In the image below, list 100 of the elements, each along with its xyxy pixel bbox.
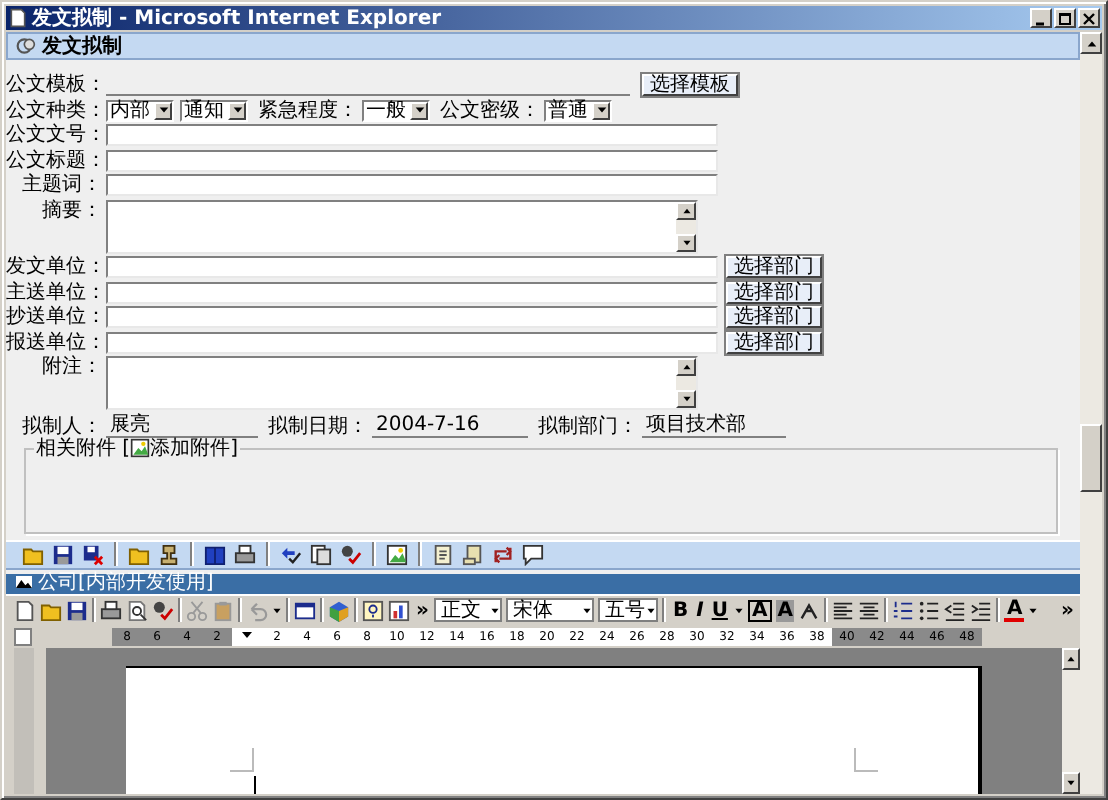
open-folder-icon[interactable]: [40, 599, 62, 621]
more-button[interactable]: »: [414, 599, 431, 621]
font-color-button[interactable]: A: [1004, 599, 1025, 621]
field-label: 拟制日期：: [268, 415, 370, 437]
input-field[interactable]: [106, 174, 718, 196]
attach-icon[interactable]: [130, 438, 151, 458]
bold-button[interactable]: B: [670, 599, 691, 621]
caret-icon[interactable]: [272, 605, 282, 615]
input-field[interactable]: [106, 281, 718, 303]
dropdown[interactable]: 一般: [362, 99, 430, 121]
input-field[interactable]: [106, 124, 718, 146]
input-field[interactable]: [106, 256, 718, 278]
page-title: 发文拟制: [42, 35, 122, 57]
banner-text: 公司[内部开发使用]: [38, 573, 214, 593]
check-icon[interactable]: [340, 543, 362, 565]
book-icon[interactable]: [204, 543, 226, 565]
open-folder-icon[interactable]: [22, 543, 44, 565]
browser-icon: [8, 8, 28, 28]
spellcheck-icon[interactable]: [152, 599, 174, 621]
caret-icon[interactable]: [646, 605, 657, 615]
style-dropdown[interactable]: 正文: [434, 598, 503, 622]
select-template-button[interactable]: 选择模板: [642, 74, 738, 96]
select-department-button[interactable]: 选择部门: [726, 331, 822, 353]
image-icon[interactable]: [386, 543, 408, 565]
indent-icon[interactable]: [970, 599, 993, 621]
align-center-icon[interactable]: [858, 599, 881, 621]
field-label: 摘要：: [40, 199, 104, 221]
save-icon[interactable]: [52, 543, 74, 565]
font-dropdown[interactable]: 宋体: [506, 598, 595, 622]
scrollbar[interactable]: [1080, 32, 1102, 794]
field-label: 公文种类：: [6, 99, 106, 121]
caret-icon[interactable]: [413, 104, 425, 116]
pages-icon[interactable]: [310, 543, 332, 565]
field-label: 紧急程度：: [258, 99, 358, 121]
preview-icon[interactable]: [126, 599, 148, 621]
select-department-button[interactable]: 选择部门: [726, 281, 822, 303]
field-label: 公文文号：: [6, 124, 106, 146]
input-field[interactable]: [106, 306, 718, 328]
scrollbar[interactable]: [1062, 647, 1080, 794]
clipboard-icon[interactable]: [212, 599, 234, 621]
caret-icon[interactable]: [490, 605, 501, 615]
scroll-up-icon[interactable]: [681, 205, 691, 215]
underline-button[interactable]: U: [709, 599, 730, 621]
scroll-thumb[interactable]: [1080, 424, 1102, 492]
caret-icon[interactable]: [582, 605, 593, 615]
select-department-button[interactable]: 选择部门: [726, 256, 822, 278]
field-label: 抄送单位：: [6, 306, 106, 328]
printer-icon[interactable]: [234, 543, 256, 565]
table-icon[interactable]: [294, 599, 316, 621]
text-cursor: [254, 775, 256, 793]
open-folder-icon[interactable]: [128, 543, 150, 565]
outdent-icon[interactable]: [944, 599, 967, 621]
mountain-icon: [14, 575, 34, 591]
add-attachment-link[interactable]: 添加附件]: [150, 437, 238, 459]
scroll-down-icon[interactable]: [681, 394, 691, 404]
more-button[interactable]: »: [1059, 599, 1076, 621]
save-cross-icon[interactable]: [82, 543, 104, 565]
stamp-icon[interactable]: [158, 543, 180, 565]
dropdown[interactable]: 内部: [106, 99, 174, 121]
field-label: 公文密级：: [440, 99, 540, 121]
bullet-list-icon[interactable]: [918, 599, 941, 621]
align-left-icon[interactable]: [832, 599, 855, 621]
cube-icon[interactable]: [328, 599, 350, 621]
scroll-down-icon[interactable]: [1066, 778, 1076, 788]
printer-icon[interactable]: [100, 599, 122, 621]
tab-stop-button[interactable]: [14, 627, 32, 645]
italic-button[interactable]: I: [694, 599, 706, 621]
dropdown[interactable]: 通知: [180, 99, 248, 121]
field-label: 主题词：: [20, 174, 104, 196]
text-area[interactable]: [106, 199, 698, 253]
input-field[interactable]: [106, 149, 718, 171]
char-shading-button[interactable]: A: [775, 599, 795, 621]
scroll-icon[interactable]: [462, 543, 484, 565]
input-field[interactable]: [106, 331, 718, 353]
arrow-check-icon[interactable]: [280, 543, 302, 565]
text-area[interactable]: [106, 356, 698, 410]
scroll-up-icon[interactable]: [681, 362, 691, 372]
scroll-up-icon[interactable]: [1085, 37, 1097, 49]
document-page[interactable]: [126, 665, 982, 794]
scroll-down-icon[interactable]: [681, 237, 691, 247]
chart-icon[interactable]: [388, 599, 410, 621]
caret-icon[interactable]: [595, 104, 607, 116]
size-dropdown[interactable]: 五号: [598, 598, 659, 622]
new-document-icon[interactable]: [14, 599, 36, 621]
select-department-button[interactable]: 选择部门: [726, 306, 822, 328]
caret-icon[interactable]: [157, 104, 169, 116]
margin-corner-mark: [854, 747, 878, 771]
field-label: 发文单位：: [6, 256, 106, 278]
caret-icon[interactable]: [231, 104, 243, 116]
note-icon[interactable]: [432, 543, 454, 565]
chat-icon[interactable]: [522, 543, 544, 565]
scroll-up-icon[interactable]: [1066, 653, 1076, 663]
arrows-icon[interactable]: [492, 543, 514, 565]
dropdown[interactable]: 普通: [544, 99, 612, 121]
save-icon[interactable]: [66, 599, 88, 621]
numbered-list-icon[interactable]: [892, 599, 915, 621]
attachment-legend: 相关附件 [: [36, 437, 131, 459]
caret-icon[interactable]: [1028, 605, 1039, 615]
char-border-button[interactable]: A: [747, 599, 772, 621]
caret-icon[interactable]: [733, 605, 744, 615]
